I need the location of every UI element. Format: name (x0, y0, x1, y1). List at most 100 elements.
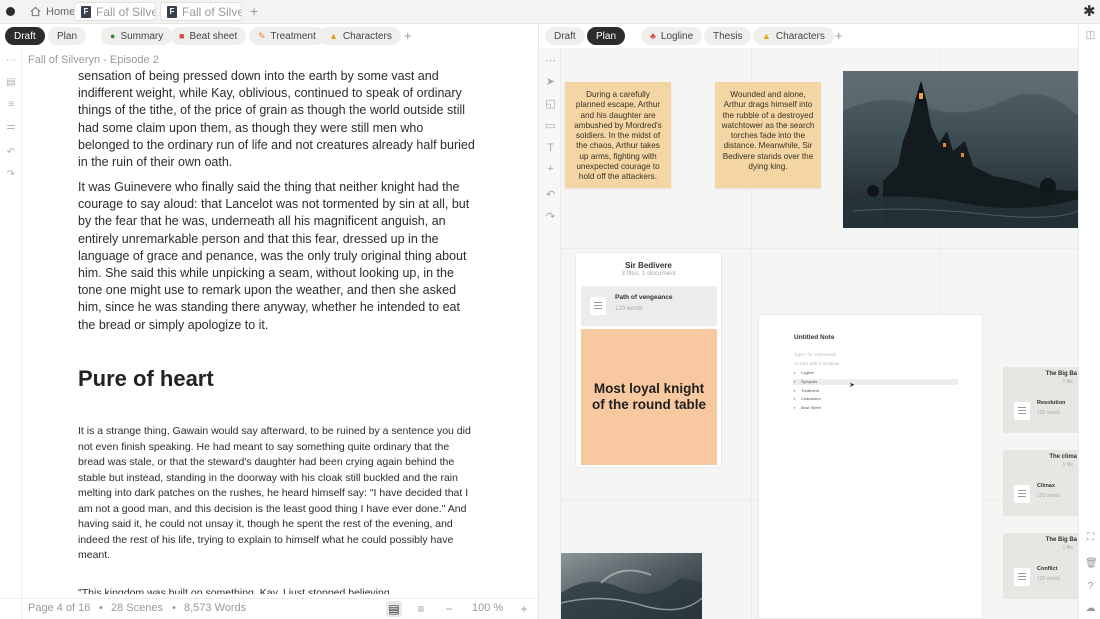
characters-icon: ▲ (329, 31, 338, 41)
untitled-note[interactable]: Untitled Note Type / for commands or sta… (758, 314, 983, 619)
fullscreen-icon[interactable]: ⛶ (1085, 532, 1096, 543)
sticky-note-icon[interactable]: ◱ (545, 99, 556, 110)
tab-summary[interactable]: ● Summary (101, 27, 173, 45)
character-card[interactable]: Sir Bedivere 3 files, 1 document Path of… (575, 252, 722, 468)
settings-sliders-icon[interactable]: ⚌ (6, 122, 16, 132)
redo-icon[interactable]: ↷ (545, 212, 556, 223)
castle-painting-image[interactable] (843, 71, 1078, 228)
grid-line (561, 248, 1078, 249)
tab-characters[interactable]: ▲ Characters (320, 27, 401, 45)
note-placeholder: or start with a template (794, 361, 840, 366)
page-view-icon[interactable]: ▤ (386, 601, 402, 617)
board-file-count: 1 file (1062, 545, 1073, 551)
board-doc-title: Climax (1037, 483, 1056, 489)
canvas-toolbar: ⋯ ➤ ◱ ▭ T + ↶ ↷ (539, 48, 561, 619)
undo-icon[interactable]: ↶ (6, 148, 16, 158)
document-tab-2[interactable]: F Fall of Silveryn (160, 2, 242, 21)
document-icon: F (81, 5, 91, 18)
more-icon[interactable]: ⋯ (6, 56, 16, 66)
stormy-sea-image[interactable] (561, 553, 702, 619)
trash-icon[interactable]: 🗑 (1085, 558, 1098, 569)
document-icon (1014, 485, 1030, 503)
document-title: Path of vengeance (615, 294, 673, 301)
tab-plan[interactable]: Plan (48, 27, 87, 45)
document-item[interactable]: Path of vengeance 120 words (581, 286, 717, 326)
document-tab-1[interactable]: F Fall of Silveryn (74, 2, 156, 21)
paragraph[interactable]: "This kingdom was built on something, Ka… (78, 586, 478, 594)
dot-separator: • (172, 602, 176, 614)
zoom-out-icon[interactable]: − (441, 601, 457, 617)
new-tab-icon[interactable]: + (250, 3, 258, 19)
card-title: Sir Bedivere (625, 261, 672, 270)
template-item[interactable]: Logline (793, 370, 958, 376)
template-item[interactable]: Synopsis (793, 379, 958, 385)
tab-label: Draft (554, 30, 576, 42)
document-outline-icon[interactable]: ▤ (6, 78, 16, 88)
pointer-icon[interactable]: ➤ (545, 77, 556, 88)
app-menu-icon[interactable] (6, 7, 15, 16)
tab-beat-sheet[interactable]: ■ Beat sheet (170, 27, 247, 45)
document-icon (1014, 568, 1030, 586)
breadcrumb: Fall of Silveryn - Episode 2 (28, 54, 159, 66)
tab-label: Beat sheet (189, 30, 238, 42)
stormy-sea-painting (561, 553, 702, 619)
asterisk-icon[interactable]: ✱ (1083, 2, 1096, 20)
undo-icon[interactable]: ↶ (545, 190, 556, 201)
text-tool-icon[interactable]: T (545, 143, 556, 154)
cloud-sync-icon[interactable]: ☁ (1085, 603, 1096, 614)
help-icon[interactable]: ? (1085, 581, 1096, 592)
template-item[interactable]: Beat Sheet (793, 405, 958, 411)
tab-label: Treatment (270, 30, 316, 42)
split-view-icon[interactable]: ◫ (1085, 30, 1096, 41)
add-tab-icon[interactable]: + (404, 28, 412, 43)
tab-plan[interactable]: Plan (587, 27, 626, 45)
text-view-icon[interactable]: ≡ (413, 601, 429, 617)
board-card[interactable]: The Big Ba 1 file Conflict 120 words (1003, 533, 1078, 599)
tab-label: Plan (57, 30, 78, 42)
paragraph[interactable]: sensation of being pressed down into the… (78, 68, 478, 171)
right-tab-bar: Draft Plan ♣ Logline Thesis ▲ Characters + (539, 24, 1077, 48)
board-doc-title: Resolution (1037, 400, 1066, 406)
more-icon[interactable]: ⋯ (545, 56, 556, 67)
tab-label: Characters (342, 30, 392, 42)
tab-treatment[interactable]: ✎ Treatment (249, 27, 325, 45)
sticky-note[interactable]: Wounded and alone, Arthur drags himself … (715, 82, 821, 188)
right-sidebar: ◫ ⛶ 🗑 ? ☁ (1078, 24, 1100, 619)
tab-logline[interactable]: ♣ Logline (641, 27, 703, 45)
board-doc-title: Conflict (1037, 566, 1058, 572)
document-tab-label: Fall of Silveryn (182, 4, 241, 19)
tab-label: Plan (596, 30, 617, 42)
paragraph[interactable]: It is a strange thing, Gawain would say … (78, 424, 478, 564)
beat-sheet-icon: ■ (179, 31, 185, 41)
template-item[interactable]: Treatment (793, 388, 958, 394)
characters-icon: ▲ (762, 31, 771, 41)
add-icon[interactable]: + (545, 164, 556, 175)
paragraph[interactable]: It was Guinevere who finally said the th… (78, 179, 478, 334)
left-tab-bar: Draft Plan ● Summary ■ Beat sheet ✎ Treatme… (0, 24, 538, 48)
list-icon[interactable]: ≡ (6, 100, 16, 110)
sticky-note[interactable]: During a carefully planned escape, Arthu… (565, 82, 671, 188)
board-doc-words: 120 words (1037, 576, 1061, 582)
home-tab[interactable]: Home (24, 2, 81, 21)
treatment-icon: ✎ (258, 30, 266, 41)
logline-icon: ♣ (650, 31, 656, 41)
tab-draft[interactable]: Draft (545, 27, 585, 45)
redo-icon[interactable]: ↷ (6, 170, 16, 180)
section-heading[interactable]: Pure of heart (78, 366, 214, 392)
tab-draft[interactable]: Draft (5, 27, 45, 45)
template-item[interactable]: Characters (793, 396, 958, 402)
plan-canvas[interactable]: During a carefully planned escape, Arthu… (561, 48, 1078, 619)
board-title: The Big Ba (1045, 537, 1077, 543)
title-bar: Home F Fall of Silveryn F Fall of Silver… (0, 0, 1100, 24)
zoom-level: 100 % (472, 602, 504, 614)
board-card[interactable]: The clima 1 file Climax 120 words (1003, 450, 1078, 516)
quote-note[interactable]: Most loyal knight of the round table (581, 329, 717, 465)
board-card[interactable]: The Big Ba 1 file Resolution 120 words (1003, 367, 1078, 433)
board-title: The clima (1049, 454, 1077, 460)
document-editor[interactable]: sensation of being pressed down into the… (22, 68, 536, 594)
zoom-in-icon[interactable]: + (516, 601, 532, 617)
tab-characters[interactable]: ▲ Characters (753, 27, 834, 45)
tab-thesis[interactable]: Thesis (704, 27, 752, 45)
card-icon[interactable]: ▭ (545, 121, 556, 132)
add-tab-icon[interactable]: + (835, 28, 843, 43)
